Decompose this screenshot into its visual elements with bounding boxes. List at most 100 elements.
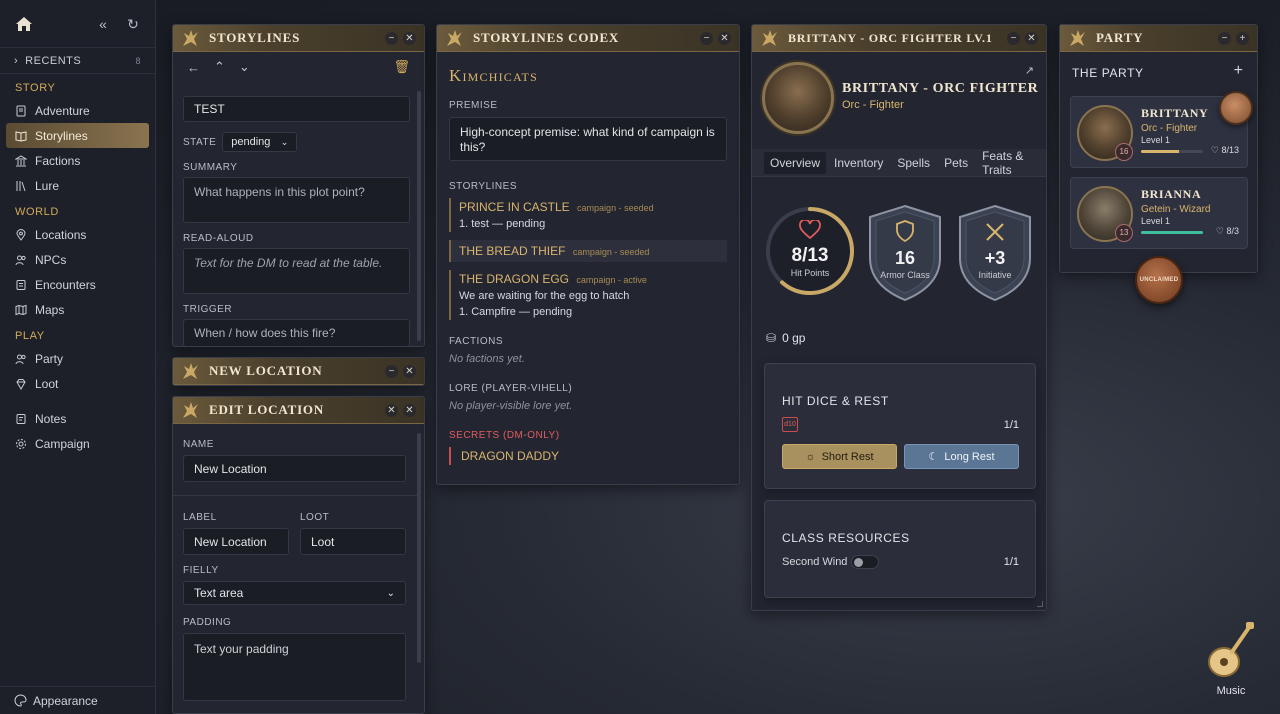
party-member-card[interactable]: 13 BRIANNA Getein - Wizard Level 1 ♡ 8/3 <box>1070 177 1248 249</box>
gold-value: 0 gp <box>782 331 806 345</box>
library-icon <box>16 180 26 191</box>
coins-icon: ⛁ <box>766 331 777 345</box>
move-down-icon[interactable]: ⌄ <box>239 59 250 75</box>
label-label: LABEL <box>183 512 217 523</box>
sidebar-item-adventure[interactable]: Adventure <box>6 98 149 123</box>
field-type-select[interactable]: Text area ⌄ <box>183 581 406 605</box>
move-up-icon[interactable]: ⌃ <box>214 59 225 75</box>
close-icon[interactable]: ✕ <box>385 403 398 417</box>
tab-spells[interactable]: Spells <box>891 152 936 174</box>
storyline-item[interactable]: THE DRAGON EGG campaign - active We are … <box>449 270 727 320</box>
location-name-input[interactable]: New Location <box>183 455 406 482</box>
padding-field[interactable]: Text your padding <box>183 633 406 701</box>
sidebar-item-lure[interactable]: Lure <box>6 173 149 198</box>
level-badge: 16 <box>1115 143 1133 161</box>
expand-icon[interactable]: + <box>1236 31 1249 45</box>
minimize-icon[interactable]: − <box>700 31 713 45</box>
sidebar-item-label: Campaign <box>35 436 90 451</box>
book-icon <box>16 105 26 116</box>
long-rest-button[interactable]: ☾ Long Rest <box>904 444 1019 469</box>
storyline-toolbar: ← ⌃ ⌄ 🗑 <box>173 52 424 82</box>
griffin-icon <box>1070 30 1085 46</box>
secrets-label: SECRETS (DM-ONLY) <box>449 430 560 441</box>
resource-count: 1/1 <box>1003 556 1019 568</box>
trigger-field[interactable]: When / how does this fire? <box>183 319 410 346</box>
collapse-sidebar-icon[interactable]: « <box>95 16 111 32</box>
member-class: Orc - Fighter <box>1141 123 1198 134</box>
trash-icon[interactable]: 🗑 <box>393 59 410 75</box>
scrollbar[interactable] <box>417 91 421 341</box>
edit-location-header[interactable]: EDIT LOCATION ✕ ✕ <box>173 397 424 424</box>
home-icon[interactable] <box>14 14 34 34</box>
minimize-icon[interactable]: − <box>1007 31 1020 45</box>
sidebar-item-loot[interactable]: Loot <box>6 371 149 396</box>
refresh-icon[interactable]: ↻ <box>125 16 141 32</box>
unclaimed-token[interactable]: UNCLAIMED <box>1135 256 1183 304</box>
party-panel-header[interactable]: PARTY − + <box>1060 25 1257 52</box>
storyline-point: 1. test — pending <box>459 218 546 230</box>
lore-empty: No player-visible lore yet. <box>449 400 573 412</box>
tab-inventory[interactable]: Inventory <box>828 152 889 174</box>
player-token-icon[interactable] <box>1219 91 1253 125</box>
premise-field[interactable]: High-concept premise: what kind of campa… <box>449 117 727 161</box>
resize-handle[interactable] <box>1037 601 1043 607</box>
codex-panel-header[interactable]: STORYLINES CODEX − ✕ <box>437 25 739 52</box>
party-member-card[interactable]: 16 BRITTANY Orc - Fighter Level 1 ♡ 8/13 <box>1070 91 1253 168</box>
location-loot-input[interactable]: Loot <box>300 528 406 555</box>
character-portrait[interactable] <box>762 62 834 134</box>
sidebar-item-storylines[interactable]: Storylines <box>6 123 149 148</box>
appearance-button[interactable]: Appearance <box>0 686 155 714</box>
short-rest-button[interactable]: ☼ Short Rest <box>782 444 897 469</box>
sidebar-item-factions[interactable]: Factions <box>6 148 149 173</box>
summary-field[interactable]: What happens in this plot point? <box>183 177 410 223</box>
secret-item[interactable]: DRAGON DADDY <box>449 447 727 465</box>
readaloud-field[interactable]: Text for the DM to read at the table. <box>183 248 410 294</box>
minimize-icon[interactable]: − <box>1218 31 1231 45</box>
close-icon[interactable]: ✕ <box>403 364 416 378</box>
new-location-panel: NEW LOCATION − ✕ <box>172 357 425 386</box>
sidebar-item-campaign[interactable]: Campaign <box>6 431 149 456</box>
location-label-input[interactable]: New Location <box>183 528 289 555</box>
close-icon[interactable]: ✕ <box>403 403 416 417</box>
music-button[interactable]: Music <box>1204 620 1258 702</box>
recents-toggle[interactable]: › RECENTS 8 <box>0 48 155 74</box>
section-story: STORY <box>15 82 56 94</box>
character-name: BRITTANY - ORC FIGHTER <box>842 81 1039 96</box>
sidebar-item-locations[interactable]: Locations <box>6 222 149 247</box>
tab-pets[interactable]: Pets <box>938 152 974 174</box>
hit-dice-count: 1/1 <box>1003 419 1019 431</box>
second-wind-toggle[interactable] <box>851 555 879 569</box>
sidebar-item-label: Party <box>35 351 64 366</box>
close-icon[interactable]: ✕ <box>718 31 731 45</box>
storylines-panel-header[interactable]: STORYLINES − ✕ <box>173 25 424 52</box>
minimize-icon[interactable]: − <box>385 31 398 45</box>
sidebar-item-npcs[interactable]: NPCs <box>6 247 149 272</box>
tab-feats-traits[interactable]: Feats & Traits <box>976 145 1032 181</box>
minimize-icon[interactable]: − <box>385 364 398 378</box>
sidebar-item-maps[interactable]: Maps <box>6 297 149 322</box>
storyline-item[interactable]: PRINCE IN CASTLE campaign - seeded 1. te… <box>449 198 727 232</box>
character-subtitle: Orc - Fighter <box>842 99 904 111</box>
close-icon[interactable]: ✕ <box>1025 31 1038 45</box>
storyline-name-input[interactable]: TEST <box>183 96 410 122</box>
party-panel: PARTY − + THE PARTY + 16 BRITTANY Orc - … <box>1059 24 1258 304</box>
state-select[interactable]: pending ⌄ <box>222 132 298 152</box>
appearance-label: Appearance <box>33 693 98 708</box>
character-panel-header[interactable]: BRITTANY - ORC FIGHTER LV.1 − ✕ <box>752 25 1046 52</box>
sidebar-item-party[interactable]: Party <box>6 346 149 371</box>
add-member-icon[interactable]: + <box>1234 62 1243 80</box>
new-location-header[interactable]: NEW LOCATION − ✕ <box>173 358 424 385</box>
recents-count: 8 <box>135 55 141 66</box>
scrollbar[interactable] <box>417 433 421 663</box>
sidebar-item-encounters[interactable]: Encounters <box>6 272 149 297</box>
music-label: Music <box>1216 685 1246 697</box>
tab-overview[interactable]: Overview <box>764 151 827 174</box>
close-icon[interactable]: ✕ <box>403 31 416 45</box>
codex-panel: STORYLINES CODEX − ✕ Kimchicats PREMISE … <box>436 24 740 485</box>
sidebar-item-label: Encounters <box>35 277 96 292</box>
external-link-icon[interactable]: ↗ <box>1025 64 1034 77</box>
storyline-tag: campaign - seeded <box>572 247 650 257</box>
sidebar-item-notes[interactable]: Notes <box>6 406 149 431</box>
storyline-item[interactable]: THE BREAD THIEF campaign - seeded <box>449 240 727 262</box>
back-arrow-icon[interactable]: ← <box>187 60 200 75</box>
